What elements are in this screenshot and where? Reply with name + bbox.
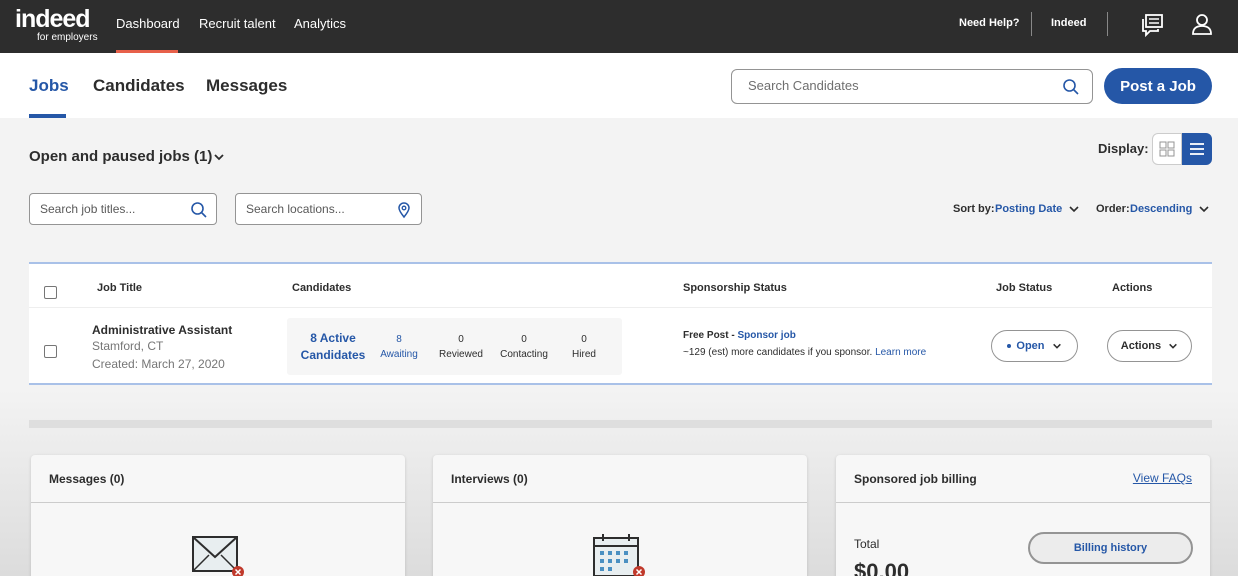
- card-header: Messages (0): [31, 455, 405, 503]
- billing-card-title: Sponsored job billing: [854, 472, 977, 486]
- learn-more-link[interactable]: Learn more: [875, 347, 926, 358]
- header-job-status: Job Status: [996, 282, 1053, 294]
- candidate-search-box: [731, 69, 1093, 104]
- stat-value: 8: [396, 334, 402, 345]
- order-dropdown[interactable]: Descending: [1130, 203, 1192, 215]
- candidates-summary: 8 Active Candidates 8 Awaiting 0 Reviewe…: [287, 318, 622, 375]
- location-filter: [235, 193, 422, 225]
- stat-value: 0: [458, 334, 464, 345]
- job-created-date: Created: March 27, 2020: [92, 357, 225, 371]
- order-label: Order:: [1096, 203, 1130, 215]
- view-faqs-link[interactable]: View FAQs: [1133, 471, 1192, 485]
- messages-card: Messages (0): [31, 455, 405, 576]
- card-header: Interviews (0): [433, 455, 807, 503]
- list-icon: [1190, 143, 1204, 155]
- indeed-logo[interactable]: indeed for employers: [15, 5, 105, 45]
- logo-tagline: for employers: [37, 32, 98, 43]
- jobs-table: Job Title Candidates Sponsorship Status …: [29, 262, 1212, 385]
- card-header: Sponsored job billing View FAQs: [836, 455, 1210, 503]
- sponsor-job-link[interactable]: Sponsor job: [737, 330, 795, 341]
- grid-icon: [1159, 141, 1175, 157]
- calendar-icon: [593, 534, 645, 576]
- sort-by-label: Sort by:: [953, 203, 995, 215]
- section-divider: [29, 420, 1212, 428]
- total-label: Total: [854, 537, 880, 551]
- tab-candidates[interactable]: Candidates: [93, 76, 185, 96]
- stat-contacting[interactable]: 0 Contacting: [494, 332, 554, 362]
- job-status-dropdown[interactable]: Open: [991, 330, 1078, 362]
- sponsor-estimate-text: ~129 (est) more candidates if you sponso…: [683, 347, 873, 358]
- divider: [1031, 12, 1032, 36]
- sort-by-dropdown[interactable]: Posting Date: [995, 203, 1062, 215]
- envelope-icon: [192, 536, 244, 576]
- list-view-toggle[interactable]: [1182, 133, 1212, 165]
- tab-messages[interactable]: Messages: [206, 76, 287, 96]
- sponsorship-note: ~129 (est) more candidates if you sponso…: [683, 347, 926, 358]
- logo-wordmark: indeed: [15, 5, 91, 33]
- stat-label: Reviewed: [439, 349, 483, 360]
- job-status-label: Open: [1016, 340, 1045, 352]
- user-icon[interactable]: [1189, 12, 1215, 38]
- location-pin-icon[interactable]: [395, 201, 413, 219]
- chevron-down-icon: [1052, 343, 1061, 349]
- header-candidates: Candidates: [292, 282, 352, 294]
- header-sponsorship-status: Sponsorship Status: [683, 282, 787, 294]
- stat-label: Contacting: [500, 349, 548, 360]
- account-name[interactable]: Indeed: [1051, 17, 1086, 29]
- nav-recruit-talent[interactable]: Recruit talent: [199, 16, 276, 31]
- chevron-down-icon[interactable]: [213, 151, 225, 163]
- interviews-card: Interviews (0): [433, 455, 807, 576]
- job-title-filter: [29, 193, 217, 225]
- need-help-link[interactable]: Need Help?: [959, 17, 1020, 29]
- jobs-filter-dropdown[interactable]: Open and paused jobs (1): [29, 148, 212, 165]
- search-icon[interactable]: [1062, 78, 1080, 96]
- messages-icon[interactable]: [1140, 12, 1166, 38]
- nav-dashboard[interactable]: Dashboard: [116, 16, 180, 31]
- job-title-search-input[interactable]: [40, 202, 180, 216]
- select-all-checkbox[interactable]: [44, 286, 57, 299]
- header-job-title[interactable]: Job Title: [97, 282, 142, 294]
- billing-history-button[interactable]: Billing history: [1028, 532, 1193, 564]
- header-actions: Actions: [1112, 282, 1153, 294]
- active-candidates-count: 8 Active: [310, 331, 356, 345]
- active-candidates-link[interactable]: 8 Active Candidates: [293, 330, 373, 364]
- post-job-button[interactable]: Post a Job: [1104, 68, 1212, 104]
- interviews-card-title: Interviews (0): [451, 472, 528, 486]
- section-tabbar: Jobs Candidates Messages Post a Job: [0, 53, 1238, 118]
- messages-card-title: Messages (0): [49, 472, 125, 486]
- search-icon[interactable]: [190, 201, 208, 219]
- nav-analytics[interactable]: Analytics: [294, 16, 346, 31]
- row-checkbox[interactable]: [44, 345, 57, 358]
- job-location: Stamford, CT: [92, 339, 164, 353]
- stat-hired[interactable]: 0 Hired: [569, 332, 599, 362]
- chevron-down-icon[interactable]: [1068, 203, 1080, 215]
- sponsorship-status: Free Post - Sponsor job: [683, 330, 796, 341]
- search-candidates-input[interactable]: [748, 78, 1048, 93]
- tab-active-indicator: [29, 114, 66, 118]
- tab-jobs[interactable]: Jobs: [29, 76, 69, 96]
- active-candidates-label: Candidates: [300, 348, 366, 362]
- display-label: Display:: [1098, 141, 1149, 156]
- stat-reviewed[interactable]: 0 Reviewed: [434, 332, 488, 362]
- job-title-link[interactable]: Administrative Assistant: [92, 323, 232, 337]
- grid-view-toggle[interactable]: [1152, 133, 1182, 165]
- divider: [29, 307, 1212, 308]
- stat-label: Hired: [572, 349, 596, 360]
- total-amount: $0.00: [854, 559, 910, 576]
- stat-awaiting[interactable]: 8 Awaiting: [375, 332, 423, 362]
- billing-card: Sponsored job billing View FAQs Total $0…: [836, 455, 1210, 576]
- chevron-down-icon[interactable]: [1198, 203, 1210, 215]
- stat-value: 0: [581, 334, 587, 345]
- stat-value: 0: [521, 334, 527, 345]
- location-search-input[interactable]: [246, 202, 386, 216]
- actions-dropdown[interactable]: Actions: [1107, 330, 1192, 362]
- free-post-label: Free Post -: [683, 330, 738, 341]
- status-dot-icon: [1007, 344, 1012, 349]
- chevron-down-icon: [1169, 343, 1178, 349]
- top-navigation-bar: indeed for employers Dashboard Recruit t…: [0, 0, 1238, 53]
- stat-label: Awaiting: [380, 349, 418, 360]
- actions-label: Actions: [1120, 340, 1162, 352]
- divider: [1107, 12, 1108, 36]
